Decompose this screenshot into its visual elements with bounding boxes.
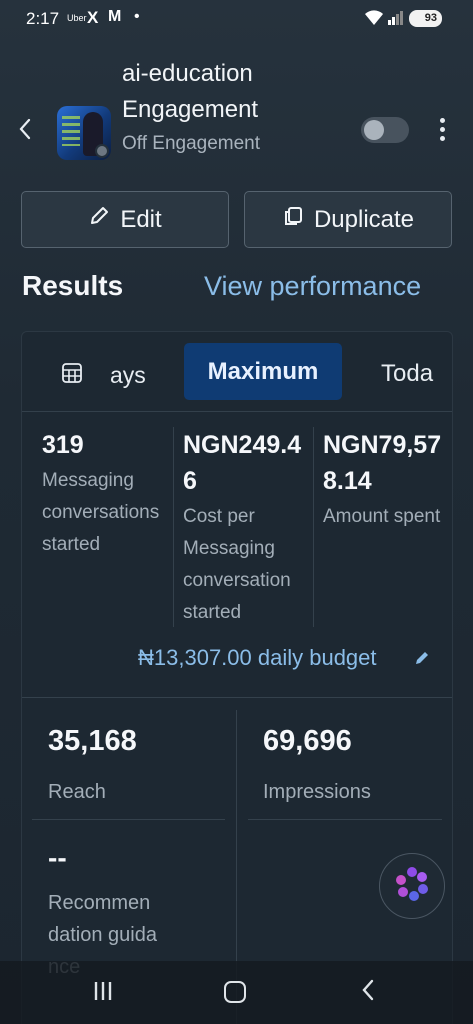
- pencil-icon: [88, 205, 110, 234]
- divider: [313, 427, 314, 627]
- metric-amount-spent: NGN79,578.14 Amount spent: [323, 427, 448, 533]
- screen: 2:17 Uber X M • 93 ai-education Engageme…: [0, 0, 473, 1024]
- impressions-value: 69,696: [263, 725, 352, 757]
- tab-maximum[interactable]: Maximum: [184, 343, 342, 400]
- campaign-title-line2: Engagement: [122, 96, 259, 123]
- sparkle-flower-icon: [392, 864, 432, 909]
- recommendation-value: --: [48, 842, 67, 873]
- divider: [32, 819, 225, 820]
- status-bar: 2:17 Uber X M • 93: [0, 0, 473, 38]
- divider: [173, 427, 174, 627]
- back-icon[interactable]: [360, 977, 376, 1010]
- calendar-icon[interactable]: [61, 362, 83, 389]
- duplicate-label: Duplicate: [313, 205, 415, 233]
- uber-icon: Uber: [67, 13, 87, 23]
- ad-thumbnail[interactable]: [57, 106, 111, 160]
- more-options-icon[interactable]: [434, 118, 450, 144]
- divider: [248, 819, 442, 820]
- metric-value: NGN249.46: [183, 431, 302, 495]
- recent-apps-icon[interactable]: [92, 980, 114, 1007]
- wifi-icon: [364, 10, 384, 31]
- battery-indicator: 93: [409, 10, 442, 27]
- metric-label: Amount spent: [323, 506, 441, 527]
- campaign-status: Off Engagement: [122, 133, 261, 154]
- gmail-icon: M: [108, 8, 122, 25]
- divider: [22, 697, 452, 698]
- metric-label: Cost per Messaging conversation started: [183, 506, 291, 623]
- thumbnail-text-lines: [62, 116, 80, 146]
- view-performance-link[interactable]: View performance: [204, 271, 421, 302]
- x-app-icon: X: [87, 8, 99, 27]
- date-range-tabs: ays Maximum Toda: [22, 332, 452, 412]
- metric-value: 319: [42, 431, 84, 459]
- back-arrow-icon[interactable]: [18, 117, 38, 145]
- tab-days[interactable]: ays: [110, 362, 146, 389]
- status-time: 2:17: [26, 9, 60, 28]
- system-nav-bar: [0, 961, 473, 1024]
- metric-value: NGN79,578.14: [323, 431, 442, 495]
- edit-button[interactable]: Edit: [21, 191, 229, 248]
- home-icon[interactable]: [224, 981, 246, 1003]
- results-heading: Results: [22, 270, 124, 301]
- reach-value: 35,168: [48, 725, 137, 757]
- duplicate-icon: [282, 205, 304, 234]
- status-dot-icon: [95, 144, 109, 158]
- notification-dot: •: [134, 8, 140, 25]
- daily-budget-link[interactable]: ₦13,307.00 daily budget: [138, 645, 377, 671]
- tab-today[interactable]: Toda: [381, 360, 433, 388]
- metric-label: Messaging conversations started: [42, 470, 160, 555]
- impressions-label: Impressions: [263, 781, 371, 803]
- metric-cost-per-conversation: NGN249.46 Cost per Messaging conversatio…: [183, 427, 309, 629]
- results-card: ays Maximum Toda 319 Messaging conversat…: [21, 331, 453, 1024]
- campaign-title-line1: ai-education: [122, 60, 253, 87]
- metric-conversations: 319 Messaging conversations started: [42, 427, 167, 561]
- ai-assistant-button[interactable]: [379, 853, 445, 919]
- toggle-knob: [364, 120, 384, 140]
- reach-label: Reach: [48, 781, 106, 803]
- edit-budget-icon[interactable]: [414, 650, 430, 671]
- campaign-toggle[interactable]: [361, 117, 409, 143]
- duplicate-button[interactable]: Duplicate: [244, 191, 452, 248]
- edit-label: Edit: [120, 205, 162, 233]
- signal-icon: [388, 11, 404, 30]
